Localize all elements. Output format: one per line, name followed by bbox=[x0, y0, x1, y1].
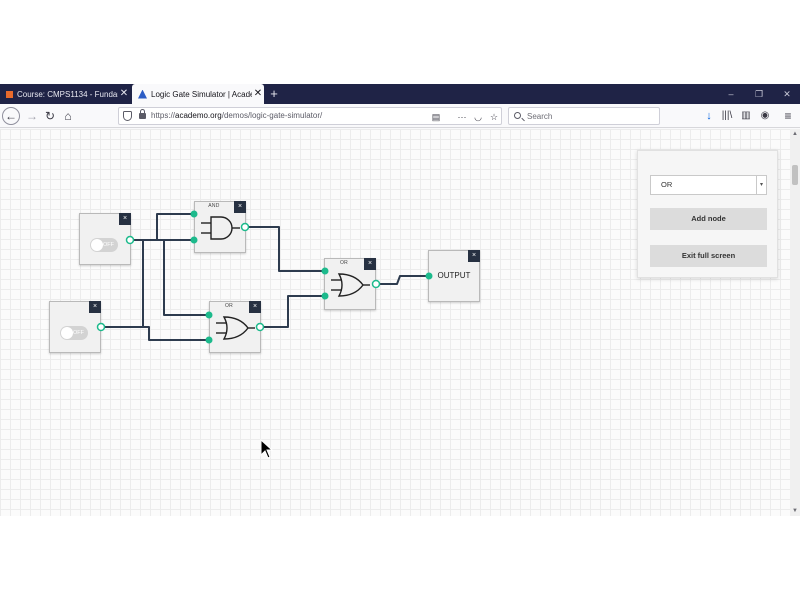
tab-strip: Course: CMPS1134 - Fundamen ✕ Logic Gate… bbox=[0, 84, 800, 104]
minimize-button[interactable]: – bbox=[718, 84, 744, 104]
scroll-up-icon[interactable]: ▲ bbox=[790, 129, 800, 139]
search-input[interactable] bbox=[527, 108, 657, 124]
more-icon[interactable]: ··· bbox=[455, 109, 469, 125]
account-icon[interactable]: ◉ bbox=[756, 106, 774, 126]
download-icon[interactable]: ↓ bbox=[700, 106, 718, 126]
tab-close-icon[interactable]: ✕ bbox=[252, 84, 264, 104]
tab-title: Course: CMPS1134 - Fundamen bbox=[17, 89, 118, 99]
library-icon[interactable]: |||\ bbox=[718, 106, 736, 126]
browser-window: Course: CMPS1134 - Fundamen ✕ Logic Gate… bbox=[0, 84, 800, 516]
add-node-button[interactable]: Add node bbox=[650, 208, 767, 230]
scrollbar-thumb[interactable] bbox=[792, 165, 798, 185]
tab-logic-gate-simulator[interactable]: Logic Gate Simulator | Academ ✕ bbox=[132, 84, 264, 104]
input-pin bbox=[205, 336, 213, 344]
search-icon bbox=[514, 112, 521, 119]
input-pin bbox=[321, 292, 329, 300]
search-bar[interactable] bbox=[508, 107, 660, 125]
output-pin bbox=[371, 279, 381, 289]
vertical-scrollbar[interactable]: ▲ ▼ bbox=[790, 129, 800, 516]
pocket-icon[interactable]: ◡ bbox=[471, 109, 485, 125]
tab-course[interactable]: Course: CMPS1134 - Fundamen ✕ bbox=[0, 84, 130, 104]
input-pin bbox=[321, 267, 329, 275]
reload-icon[interactable]: ↻ bbox=[40, 106, 60, 126]
output-pin bbox=[125, 235, 135, 245]
gate-type-select[interactable]: OR ▾ bbox=[650, 175, 767, 195]
reader-view-icon[interactable]: ▤ bbox=[429, 109, 443, 125]
tab-title: Logic Gate Simulator | Academ bbox=[151, 89, 252, 99]
bookmark-star-icon[interactable]: ☆ bbox=[487, 109, 501, 125]
chevron-down-icon[interactable]: ▾ bbox=[756, 176, 766, 194]
url-text[interactable]: https://academo.org/demos/logic-gate-sim… bbox=[151, 108, 322, 124]
navigation-toolbar: ← → ↻ ⌂ https://academo.org/demos/logic-… bbox=[0, 104, 800, 128]
maximize-button[interactable]: ❐ bbox=[746, 84, 772, 104]
scroll-down-icon[interactable]: ▼ bbox=[790, 506, 800, 516]
input-pin bbox=[190, 210, 198, 218]
output-pin bbox=[255, 322, 265, 332]
mouse-cursor-icon bbox=[260, 439, 274, 459]
input-pin bbox=[205, 311, 213, 319]
control-panel: OR ▾ Add node Exit full screen bbox=[637, 150, 778, 278]
url-path: /demos/logic-gate-simulator/ bbox=[221, 111, 323, 120]
simulator-canvas[interactable]: × OFF × OFF AND × OR × OR × × OUTPUT OR … bbox=[0, 129, 790, 516]
tab-close-icon[interactable]: ✕ bbox=[118, 84, 130, 104]
gate-type-select-value: OR bbox=[661, 180, 673, 189]
screen: Course: CMPS1134 - Fundamen ✕ Logic Gate… bbox=[0, 0, 800, 600]
input-pin bbox=[425, 272, 433, 280]
moodle-favicon-icon bbox=[6, 90, 13, 98]
address-bar[interactable]: https://academo.org/demos/logic-gate-sim… bbox=[118, 107, 502, 125]
academo-favicon-icon bbox=[138, 89, 147, 99]
input-pin bbox=[190, 236, 198, 244]
exit-full-screen-button[interactable]: Exit full screen bbox=[650, 245, 767, 267]
new-tab-button[interactable]: + bbox=[266, 84, 282, 104]
output-pin bbox=[96, 322, 106, 332]
home-icon[interactable]: ⌂ bbox=[58, 106, 78, 126]
shield-icon[interactable] bbox=[123, 111, 132, 121]
forward-icon[interactable]: → bbox=[22, 106, 42, 126]
url-prefix: https:// bbox=[151, 111, 176, 120]
url-host: academo.org bbox=[175, 111, 222, 120]
close-window-button[interactable]: ✕ bbox=[774, 84, 800, 104]
output-pin bbox=[240, 222, 250, 232]
back-icon[interactable]: ← bbox=[2, 107, 20, 125]
menu-icon[interactable]: ≡ bbox=[779, 106, 797, 126]
sidebar-icon[interactable]: ▥ bbox=[737, 106, 755, 126]
lock-icon[interactable] bbox=[139, 109, 146, 119]
